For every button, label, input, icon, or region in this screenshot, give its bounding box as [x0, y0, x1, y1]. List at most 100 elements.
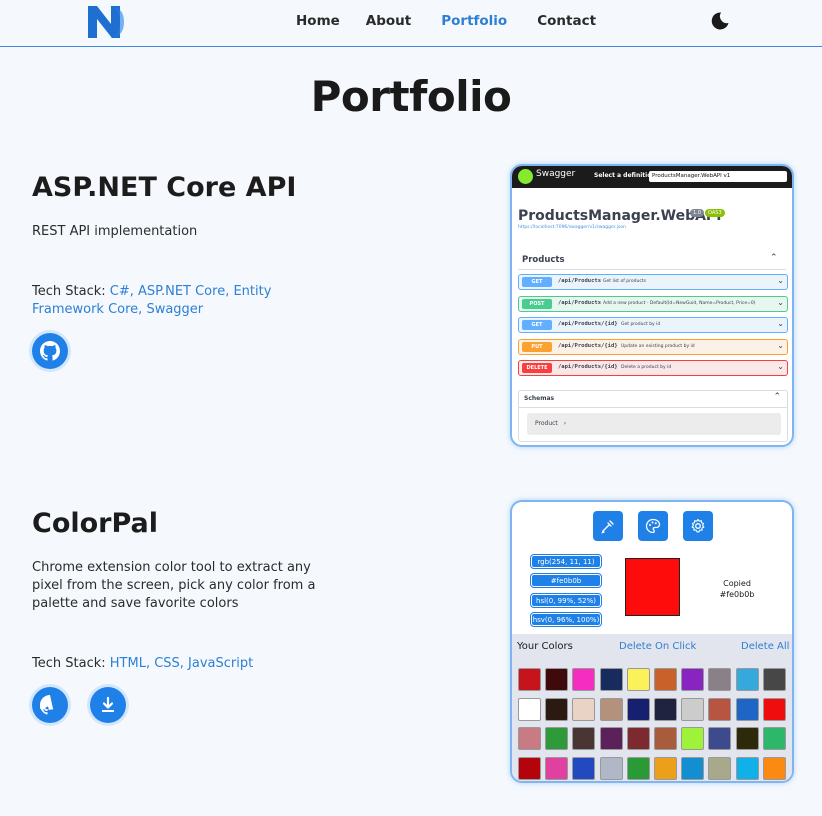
swagger-topbar: Swagger Select a definition ProductsMana…: [512, 166, 792, 188]
project-title: ASP.NET Core API: [32, 172, 297, 203]
endpoint-path: /api/Products/{id}: [558, 321, 618, 327]
saved-color-swatch: [762, 697, 786, 721]
chevron-up-icon: ⌃: [770, 253, 778, 263]
tech-stack: Tech Stack: C#, ASP.NET Core, Entity Fra…: [32, 283, 287, 319]
saved-color-swatch: [518, 727, 541, 750]
github-icon: [40, 695, 54, 715]
http-method-badge: DELETE: [522, 363, 552, 373]
saved-color-swatch: [599, 756, 623, 780]
nav-home-link[interactable]: Home: [296, 13, 340, 29]
endpoint-path: /api/Products/{id}: [558, 364, 618, 370]
saved-color-swatch: [599, 727, 623, 750]
saved-color-swatch: [762, 756, 786, 780]
saved-color-swatch: [518, 756, 541, 780]
schemas-panel: Schemas ⌃ Product ›: [518, 390, 788, 442]
saved-color-swatch: [681, 727, 705, 750]
github-icon: [40, 341, 60, 361]
definition-select: ProductsManager.WebAPI v1: [649, 171, 787, 182]
nav-portfolio-link[interactable]: Portfolio: [441, 13, 507, 29]
chevron-down-icon: ⌄: [777, 297, 784, 307]
endpoint-description: Add a new product - Default(Id=NewGuid, …: [603, 300, 756, 306]
github-button[interactable]: [32, 333, 68, 369]
nav-about-link[interactable]: About: [366, 13, 411, 29]
http-method-badge: GET: [522, 320, 552, 330]
saved-color-swatch: [762, 668, 786, 691]
download-icon: [102, 696, 114, 712]
endpoint-row: GET/api/Products/{id} Get product by id ⌄: [518, 317, 788, 333]
endpoint-description: Delete a product by id: [621, 365, 672, 370]
endpoint-description: Get list of products: [603, 279, 646, 284]
chevron-down-icon: ⌄: [777, 319, 784, 328]
hsv-value-pill: hsv(0, 96%, 100%): [531, 613, 601, 626]
your-colors-label: Your Colors: [517, 641, 573, 652]
saved-color-swatch: [654, 727, 677, 750]
chevron-down-icon: ⌄: [777, 340, 784, 350]
saved-color-swatch: [572, 727, 596, 750]
download-button[interactable]: [90, 687, 126, 723]
site-logo-icon[interactable]: [86, 4, 126, 40]
saved-color-swatch: [599, 697, 623, 721]
delete-all-link: Delete All: [741, 641, 790, 652]
saved-color-swatch: [735, 697, 759, 721]
tech-stack-label: Tech Stack:: [32, 656, 106, 671]
dark-mode-toggle-icon[interactable]: [710, 11, 730, 31]
saved-color-swatch: [572, 697, 596, 721]
saved-color-swatch: [735, 727, 759, 750]
endpoint-path: /api/Products/{id}: [558, 342, 618, 349]
tech-stack: Tech Stack: HTML, CSS, JavaScript: [32, 655, 287, 673]
gear-icon: [691, 518, 705, 533]
endpoint-row: POST/api/Products Add a new product - Def…: [518, 295, 788, 312]
saved-color-swatch: [545, 697, 569, 721]
copied-label: Copied: [723, 579, 751, 588]
chevron-right-icon: ›: [563, 420, 567, 427]
endpoint-row: PUT/api/Products/{id} Update an existing …: [518, 338, 788, 355]
endpoint-path: /api/Products: [558, 278, 602, 284]
colorpal-screenshot: rgb(254, 11, 11) #fe0b0b hsl(0, 99%, 52%…: [510, 500, 794, 783]
project-title: ColorPal: [32, 508, 159, 539]
schemas-title: Schemas: [524, 395, 555, 402]
delete-on-click-link: Delete On Click: [619, 641, 697, 652]
model-label: Product: [535, 420, 558, 427]
github-button[interactable]: [32, 687, 68, 723]
product-model: Product ›: [527, 413, 781, 435]
nav-contact-link[interactable]: Contact: [537, 13, 596, 29]
saved-color-swatch: [626, 668, 650, 691]
rgb-value-pill: rgb(254, 11, 11): [531, 555, 601, 568]
tech-stack-values: HTML, CSS, JavaScript: [109, 656, 254, 671]
http-method-badge: POST: [522, 298, 552, 309]
http-method-badge: GET: [522, 277, 552, 287]
nav-links: Home About Portfolio Contact: [296, 13, 624, 29]
divider: [518, 269, 786, 270]
saved-color-swatch: [654, 756, 677, 780]
products-section-title: Products: [522, 255, 565, 265]
current-color-swatch: [625, 558, 680, 616]
project-description: REST API implementation: [32, 224, 198, 239]
saved-color-swatch: [708, 756, 732, 780]
saved-color-swatch: [735, 756, 759, 780]
chevron-down-icon: ⌄: [777, 276, 784, 285]
settings-button: [683, 511, 713, 541]
palette-icon: [645, 518, 661, 534]
saved-color-swatch: [708, 668, 732, 691]
tech-stack-label: Tech Stack:: [32, 284, 106, 299]
saved-color-swatch: [545, 668, 569, 691]
definition-label: Select a definition: [594, 172, 656, 179]
saved-color-swatch: [654, 697, 677, 721]
saved-colors-grid: [512, 660, 792, 781]
saved-color-swatch: [518, 668, 541, 691]
hsl-value-pill: hsl(0, 99%, 52%): [531, 594, 601, 607]
saved-color-swatch: [762, 727, 786, 750]
swagger-screenshot: Swagger Select a definition ProductsMana…: [510, 164, 794, 447]
saved-color-swatch: [654, 668, 677, 691]
copied-value: #fe0b0b: [719, 590, 755, 599]
oas-badge: OAS3: [705, 209, 725, 217]
http-method-badge: PUT: [522, 341, 552, 352]
hex-value-pill: #fe0b0b: [531, 574, 601, 587]
saved-color-swatch: [626, 697, 650, 721]
palette-button: [638, 511, 668, 541]
saved-colors-header: Your Colors Delete On Click Delete All: [512, 634, 792, 660]
endpoint-row: GET/api/Products Get list of products ⌄: [518, 274, 788, 290]
saved-color-swatch: [735, 668, 759, 691]
endpoint-description: Get product by id: [621, 322, 661, 327]
eyedropper-button: [593, 511, 623, 541]
